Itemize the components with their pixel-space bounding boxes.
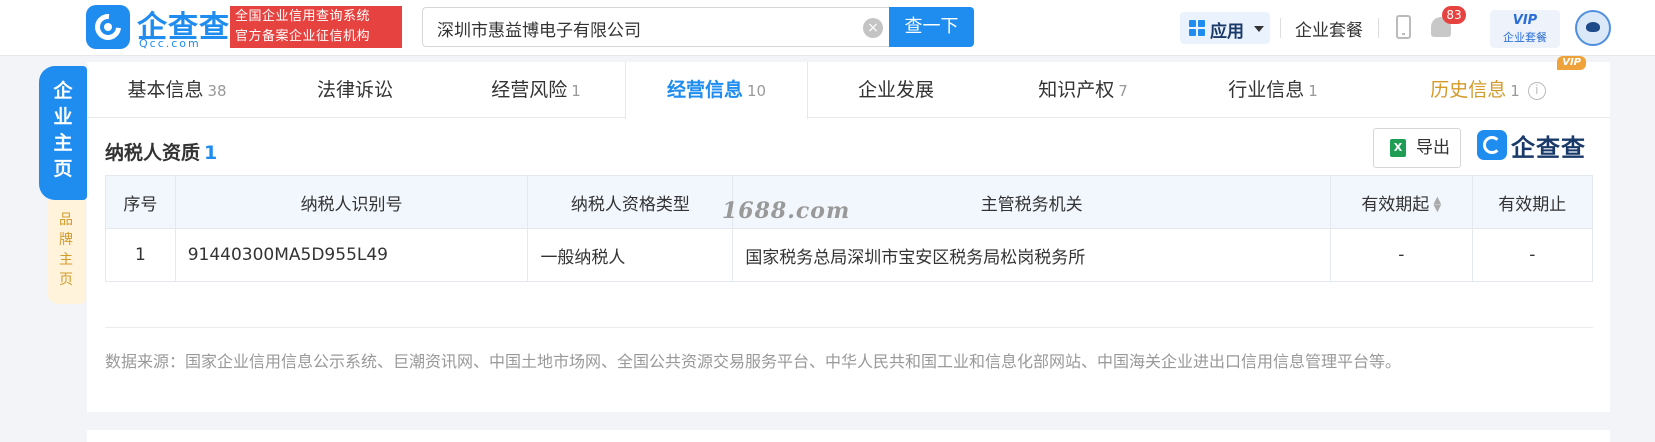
cell-tax-authority[interactable]: 国家税务总局深圳市宝安区税务局松岗税务所	[732, 228, 1332, 282]
qcc-brand-icon	[1477, 130, 1507, 160]
slogan-line-2: 官方备案企业征信机构	[235, 29, 371, 44]
tab-legal[interactable]: 法律诉讼	[267, 62, 447, 118]
header-divider	[1280, 18, 1281, 38]
col-header-index: 序号	[105, 175, 176, 229]
export-label: 导出	[1416, 138, 1450, 158]
vip-package-label: 企业套餐	[1503, 31, 1547, 44]
tab-industry[interactable]: 行业信息 1	[1178, 62, 1368, 118]
tab-count: 38	[207, 82, 227, 100]
tab-count: 1	[571, 82, 581, 100]
tab-count: 10	[746, 82, 767, 100]
qcc-brand-text: 企查查	[1511, 134, 1586, 162]
tab-label: 历史信息	[1430, 79, 1507, 101]
sort-icon[interactable]: ▲ ▼	[1433, 195, 1441, 213]
user-avatar[interactable]	[1575, 10, 1611, 46]
tab-label: 企业发展	[857, 79, 934, 101]
tab-operation-risk[interactable]: 经营风险 1	[447, 62, 625, 118]
col-header-valid-from-label: 有效期起	[1361, 194, 1430, 215]
watermark: 1688.com	[722, 198, 851, 224]
excel-icon: X	[1390, 139, 1406, 157]
notification-badge: 83	[1442, 6, 1466, 24]
section-count: 1	[204, 142, 218, 164]
tab-development[interactable]: 企业发展	[808, 62, 988, 118]
col-header-valid-from[interactable]: 有效期起 ▲ ▼	[1330, 175, 1473, 229]
data-source-note: 数据来源：国家企业信用信息公示系统、巨潮资讯网、中国土地市场网、全国公共资源交易…	[105, 352, 1402, 371]
table-row: 1 91440300MA5D955L49 一般纳税人 国家税务总局深圳市宝安区税…	[105, 228, 1594, 282]
logo-subtext: Qcc.com	[139, 37, 201, 50]
tab-business-info[interactable]: 经营信息 10	[625, 62, 808, 119]
tab-basic-info[interactable]: 基本信息 38	[87, 62, 267, 118]
tab-label: 经营风险	[491, 79, 568, 101]
col-header-valid-to: 有效期止	[1471, 175, 1594, 229]
app-menu-dropdown[interactable]: 应用	[1180, 12, 1270, 44]
side-tab-brand-home-label: 品牌主页	[59, 212, 73, 288]
enterprise-package-link[interactable]: 企业套餐	[1295, 16, 1363, 41]
slogan-banner: 全国企业信用查询系统 官方备案企业征信机构	[230, 6, 402, 48]
side-tab-company-home[interactable]: 企业主页	[39, 66, 87, 200]
cell-taxpayer-id: 91440300MA5D955L49	[174, 228, 529, 282]
col-header-qualification-type: 纳税人资格类型	[527, 175, 734, 229]
header-divider	[1378, 18, 1379, 38]
col-header-taxpayer-id: 纳税人识别号	[174, 175, 529, 229]
section-title: 纳税人资质 1	[105, 138, 217, 165]
qcc-logo-icon[interactable]	[86, 5, 130, 49]
cell-valid-to: -	[1471, 228, 1594, 282]
vip-label: VIP	[1512, 13, 1538, 28]
phone-icon[interactable]	[1396, 15, 1411, 39]
caret-down-icon	[1254, 26, 1264, 32]
tab-history[interactable]: VIP 历史信息 1 i	[1368, 56, 1608, 118]
tab-label: 行业信息	[1228, 79, 1305, 101]
export-button[interactable]: X 导出	[1373, 128, 1461, 168]
side-tab-company-home-label: 企业主页	[53, 80, 73, 180]
tab-label: 法律诉讼	[316, 79, 393, 101]
tab-label: 基本信息	[127, 79, 204, 101]
search-box: ×	[422, 7, 890, 47]
app-grid-icon	[1189, 20, 1205, 36]
search-clear-icon[interactable]: ×	[863, 18, 883, 38]
taxpayer-table: 序号 纳税人识别号 纳税人资格类型 主管税务机关 有效期起 ▲ ▼ 有效期止 1 9…	[105, 175, 1594, 282]
vip-tag: VIP	[1557, 56, 1586, 70]
tab-label: 知识产权	[1038, 79, 1115, 101]
vip-package-button[interactable]: VIP 企业套餐	[1490, 10, 1560, 48]
next-card	[87, 430, 1610, 442]
section-divider	[105, 327, 1593, 328]
search-button[interactable]: 查一下	[889, 7, 974, 47]
tab-label: 经营信息	[666, 79, 743, 101]
app-menu-label: 应用	[1210, 22, 1244, 42]
tab-count: 7	[1118, 82, 1128, 100]
tab-ip[interactable]: 知识产权 7	[988, 62, 1178, 118]
top-header: 企查查 Qcc.com 全国企业信用查询系统 官方备案企业征信机构 × 查一下 …	[0, 0, 1655, 56]
tab-count: 1	[1308, 82, 1318, 100]
cell-index: 1	[105, 228, 176, 282]
cell-valid-from: -	[1330, 228, 1473, 282]
side-tab-brand-home[interactable]: 品牌主页	[47, 200, 85, 304]
slogan-line-1: 全国企业信用查询系统	[235, 9, 371, 24]
section-title-text: 纳税人资质	[105, 142, 201, 164]
info-icon[interactable]: i	[1527, 81, 1546, 100]
cell-qualification-type: 一般纳税人	[527, 228, 734, 282]
main-card: 基本信息 38 法律诉讼 经营风险 1 经营信息 10 企业发展 知识产权 7 行业信息…	[87, 56, 1610, 412]
tab-count: 1	[1510, 82, 1520, 100]
search-input[interactable]	[437, 16, 837, 40]
info-tabs: 基本信息 38 法律诉讼 经营风险 1 经营信息 10 企业发展 知识产权 7 行业信息…	[87, 56, 1610, 119]
qcc-brand-logo: 企查查	[1477, 128, 1592, 162]
